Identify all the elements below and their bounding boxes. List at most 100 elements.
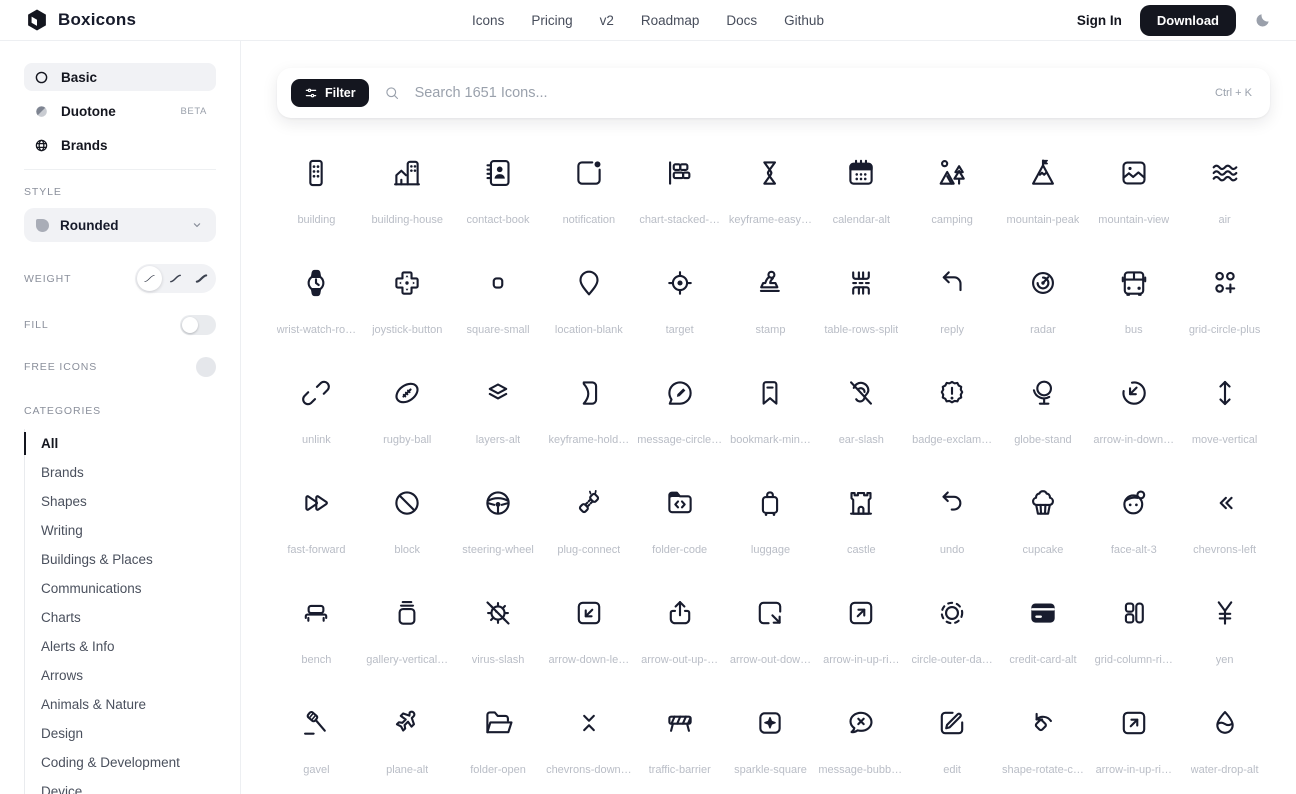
- icon-cell-yen[interactable]: yen: [1179, 578, 1270, 688]
- icon-cell-unlink[interactable]: unlink: [271, 358, 362, 468]
- nav-link-icons[interactable]: Icons: [472, 13, 504, 28]
- sidebar-item-brands[interactable]: Brands: [24, 131, 216, 159]
- category-shapes[interactable]: Shapes: [25, 487, 216, 516]
- icon-cell-water-drop-alt[interactable]: water-drop-alt: [1179, 688, 1270, 794]
- category-design[interactable]: Design: [25, 719, 216, 748]
- brand-logo[interactable]: Boxicons: [24, 7, 136, 33]
- icon-cell-folder-open[interactable]: folder-open: [453, 688, 544, 794]
- sign-in-link[interactable]: Sign In: [1077, 13, 1122, 28]
- sidebar-item-duotone[interactable]: Duotone BETA: [24, 97, 216, 125]
- icon-cell-arrow-in-up-right[interactable]: arrow-in-up-ri…: [816, 578, 907, 688]
- icon-cell-rugby-ball[interactable]: rugby-ball: [362, 358, 453, 468]
- icon-cell-message-bubble[interactable]: message-bubbl…: [816, 688, 907, 794]
- icon-cell-target[interactable]: target: [634, 248, 725, 358]
- download-button[interactable]: Download: [1140, 5, 1236, 36]
- fill-toggle[interactable]: [180, 315, 216, 335]
- weight-thin-button[interactable]: [137, 266, 162, 291]
- icon-cell-air[interactable]: air: [1179, 138, 1270, 248]
- icon-cell-arrow-in-up-right[interactable]: arrow-in-up-ri…: [1088, 688, 1179, 794]
- nav-link-github[interactable]: Github: [784, 13, 824, 28]
- icon-cell-mountain-peak[interactable]: mountain-peak: [998, 138, 1089, 248]
- icon-cell-ear-slash[interactable]: ear-slash: [816, 358, 907, 468]
- icon-cell-steering-wheel[interactable]: steering-wheel: [453, 468, 544, 578]
- icon-cell-contact-book[interactable]: contact-book: [453, 138, 544, 248]
- nav-link-roadmap[interactable]: Roadmap: [641, 13, 700, 28]
- icon-cell-sparkle-square[interactable]: sparkle-square: [725, 688, 816, 794]
- category-arrows[interactable]: Arrows: [25, 661, 216, 690]
- icon-cell-gallery-vertical[interactable]: gallery-vertical…: [362, 578, 453, 688]
- category-charts[interactable]: Charts: [25, 603, 216, 632]
- icon-cell-mountain-view[interactable]: mountain-view: [1088, 138, 1179, 248]
- icon-cell-chart-stacked[interactable]: chart-stacked-…: [634, 138, 725, 248]
- icon-cell-luggage[interactable]: luggage: [725, 468, 816, 578]
- icon-cell-location-blank[interactable]: location-blank: [543, 248, 634, 358]
- icon-cell-square-small[interactable]: square-small: [453, 248, 544, 358]
- icon-cell-arrow-in-down[interactable]: arrow-in-down…: [1088, 358, 1179, 468]
- category-coding-development[interactable]: Coding & Development: [25, 748, 216, 777]
- icon-cell-joystick-button[interactable]: joystick-button: [362, 248, 453, 358]
- icon-cell-folder-code[interactable]: folder-code: [634, 468, 725, 578]
- icon-cell-bench[interactable]: bench: [271, 578, 362, 688]
- icon-cell-castle[interactable]: castle: [816, 468, 907, 578]
- icon-cell-bus[interactable]: bus: [1088, 248, 1179, 358]
- weight-medium-button[interactable]: [163, 266, 188, 291]
- icon-cell-plane-alt[interactable]: plane-alt: [362, 688, 453, 794]
- nav-link-v2[interactable]: v2: [600, 13, 614, 28]
- free-icons-toggle[interactable]: [196, 357, 216, 377]
- category-animals-nature[interactable]: Animals & Nature: [25, 690, 216, 719]
- icon-cell-cupcake[interactable]: cupcake: [998, 468, 1089, 578]
- icon-cell-fast-forward[interactable]: fast-forward: [271, 468, 362, 578]
- icon-cell-virus-slash[interactable]: virus-slash: [453, 578, 544, 688]
- icon-cell-face-alt-3[interactable]: face-alt-3: [1088, 468, 1179, 578]
- nav-link-pricing[interactable]: Pricing: [531, 13, 572, 28]
- icon-cell-grid-circle-plus[interactable]: grid-circle-plus: [1179, 248, 1270, 358]
- nav-link-docs[interactable]: Docs: [726, 13, 757, 28]
- weight-bold-button[interactable]: [189, 266, 214, 291]
- style-dropdown[interactable]: Rounded: [24, 208, 216, 242]
- icon-cell-radar[interactable]: radar: [998, 248, 1089, 358]
- icon-cell-building-house[interactable]: building-house: [362, 138, 453, 248]
- category-buildings-places[interactable]: Buildings & Places: [25, 545, 216, 574]
- icon-cell-gavel[interactable]: gavel: [271, 688, 362, 794]
- icon-cell-grid-column[interactable]: grid-column-ri…: [1088, 578, 1179, 688]
- sidebar-item-basic[interactable]: Basic: [24, 63, 216, 91]
- icon-cell-message-circle[interactable]: message-circle…: [634, 358, 725, 468]
- icon-cell-arrow-out-up[interactable]: arrow-out-up-…: [634, 578, 725, 688]
- icon-cell-credit-card-alt[interactable]: credit-card-alt: [998, 578, 1089, 688]
- icon-cell-arrow-down-left-square[interactable]: arrow-down-le…: [543, 578, 634, 688]
- icon-cell-building[interactable]: building: [271, 138, 362, 248]
- icon-cell-wrist-watch[interactable]: wrist-watch-ro…: [271, 248, 362, 358]
- icon-cell-chevrons-down[interactable]: chevrons-down…: [543, 688, 634, 794]
- category-alerts-info[interactable]: Alerts & Info: [25, 632, 216, 661]
- filter-button[interactable]: Filter: [291, 79, 369, 107]
- icon-cell-reply[interactable]: reply: [907, 248, 998, 358]
- search-input[interactable]: [415, 85, 1201, 101]
- icon-cell-stamp[interactable]: stamp: [725, 248, 816, 358]
- icon-cell-calendar-alt[interactable]: calendar-alt: [816, 138, 907, 248]
- icon-cell-chevrons-left[interactable]: chevrons-left: [1179, 468, 1270, 578]
- icon-cell-badge-exclam[interactable]: badge-exclam…: [907, 358, 998, 468]
- category-device[interactable]: Device: [25, 777, 216, 794]
- icon-cell-undo[interactable]: undo: [907, 468, 998, 578]
- icon-cell-layers-alt[interactable]: layers-alt: [453, 358, 544, 468]
- icon-cell-keyframe-hold[interactable]: keyframe-hold…: [543, 358, 634, 468]
- icon-cell-plug-connect[interactable]: plug-connect: [543, 468, 634, 578]
- category-communications[interactable]: Communications: [25, 574, 216, 603]
- icon-cell-traffic-barrier[interactable]: traffic-barrier: [634, 688, 725, 794]
- icon-cell-block[interactable]: block: [362, 468, 453, 578]
- category-writing[interactable]: Writing: [25, 516, 216, 545]
- icon-cell-arrow-out-down[interactable]: arrow-out-dow…: [725, 578, 816, 688]
- icon-cell-table-rows-split[interactable]: table-rows-split: [816, 248, 907, 358]
- category-brands[interactable]: Brands: [25, 458, 216, 487]
- icon-cell-notification[interactable]: notification: [543, 138, 634, 248]
- icon-cell-bookmark-min[interactable]: bookmark-min…: [725, 358, 816, 468]
- icon-cell-keyframe-easy[interactable]: keyframe-easy…: [725, 138, 816, 248]
- icon-cell-circle-outer-dashed[interactable]: circle-outer-da…: [907, 578, 998, 688]
- icon-cell-move-vertical[interactable]: move-vertical: [1179, 358, 1270, 468]
- icon-cell-edit[interactable]: edit: [907, 688, 998, 794]
- icon-cell-camping[interactable]: camping: [907, 138, 998, 248]
- dark-mode-toggle-moon-icon[interactable]: [1254, 11, 1272, 29]
- category-all[interactable]: All: [25, 429, 216, 458]
- icon-cell-globe-stand[interactable]: globe-stand: [998, 358, 1089, 468]
- icon-cell-shape-rotate[interactable]: shape-rotate-c…: [998, 688, 1089, 794]
